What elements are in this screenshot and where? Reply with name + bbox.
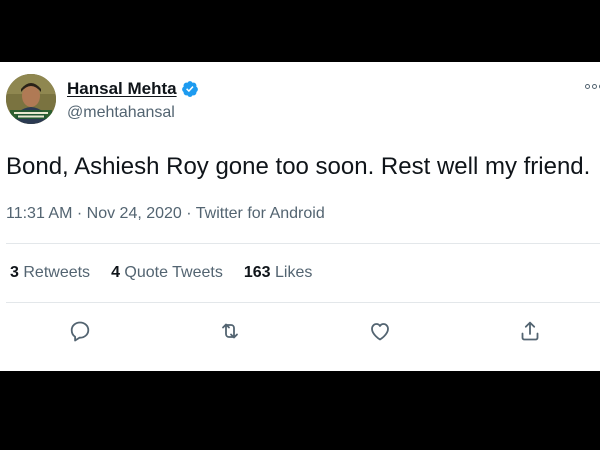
reply-button[interactable]	[67, 318, 93, 344]
avatar-image	[6, 74, 56, 124]
more-dot	[585, 84, 590, 89]
reply-icon	[70, 321, 90, 342]
retweets-count: 3	[10, 264, 19, 281]
likes-stat[interactable]: 163 Likes	[244, 264, 313, 282]
tweet-date[interactable]: Nov 24, 2020	[87, 205, 182, 222]
more-dot	[592, 84, 597, 89]
more-options-icon[interactable]	[585, 84, 600, 89]
share-button[interactable]	[517, 318, 543, 344]
divider	[6, 243, 600, 244]
retweets-label: Retweets	[23, 264, 91, 281]
tweet-actions	[0, 318, 600, 348]
like-button[interactable]	[367, 318, 393, 344]
avatar[interactable]	[6, 74, 56, 124]
divider	[6, 302, 600, 303]
tweet-time[interactable]: 11:31 AM	[6, 205, 72, 222]
tweet-meta: 11:31 AM · Nov 24, 2020 · Twitter for An…	[6, 205, 325, 223]
tweet-text: Bond, Ashiesh Roy gone too soon. Rest we…	[6, 153, 591, 180]
likes-count: 163	[243, 264, 271, 281]
name-row: Hansal Mehta	[67, 79, 199, 99]
meta-separator: ·	[181, 205, 196, 222]
quote-label: Quote Tweets	[124, 264, 223, 281]
tweet-header: Hansal Mehta @mehtahansal	[6, 74, 600, 132]
retweets-stat[interactable]: 3 Retweets	[10, 264, 90, 282]
meta-separator: ·	[72, 205, 87, 222]
share-icon	[521, 321, 539, 341]
author-handle[interactable]: @mehtahansal	[67, 104, 199, 122]
tweet-source[interactable]: Twitter for Android	[196, 205, 325, 222]
quote-tweets-stat[interactable]: 4 Quote Tweets	[111, 264, 223, 282]
author-display-name[interactable]: Hansal Mehta	[67, 79, 177, 99]
heart-icon	[371, 323, 389, 341]
author-names: Hansal Mehta @mehtahansal	[67, 79, 199, 122]
quote-count: 4	[111, 264, 120, 281]
retweet-icon	[222, 323, 238, 339]
verified-badge-icon	[181, 81, 198, 97]
likes-label: Likes	[275, 264, 313, 281]
retweet-button[interactable]	[217, 318, 243, 344]
tweet-stats: 3 Retweets 4 Quote Tweets 163 Likes	[10, 264, 312, 282]
tweet-card: Hansal Mehta @mehtahansal Bond, Ashiesh …	[0, 62, 600, 371]
